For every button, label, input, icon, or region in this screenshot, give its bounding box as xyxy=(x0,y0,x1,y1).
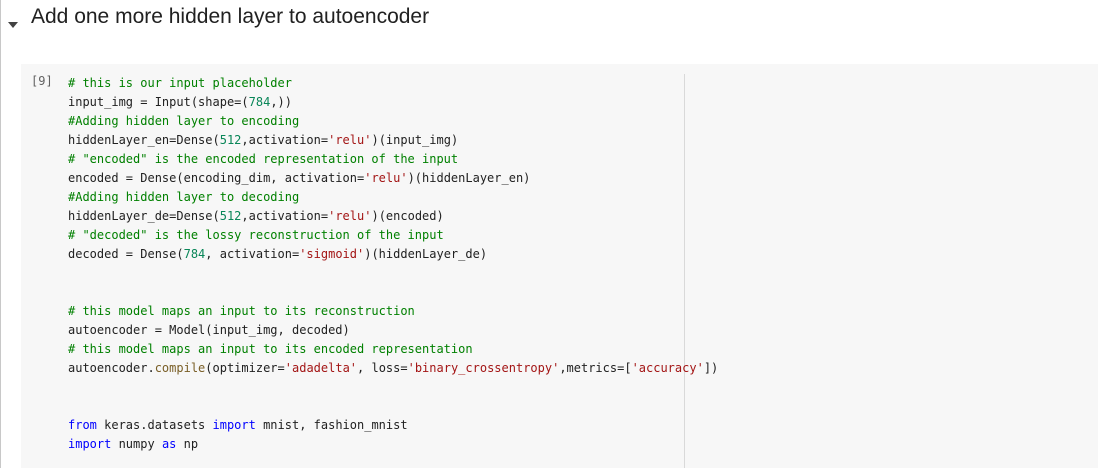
section-header: Add one more hidden layer to autoencoder xyxy=(0,0,1098,40)
code-line[interactable]: input_img = Input(shape=(784,)) xyxy=(68,93,718,112)
code-token-plain: autoencoder = Model(input_img, decoded) xyxy=(68,323,350,337)
code-token-plain: , activation= xyxy=(205,247,300,261)
code-token-string: 'sigmoid' xyxy=(299,247,365,261)
code-line[interactable]: #Adding hidden layer to decoding xyxy=(68,188,718,207)
code-line[interactable]: autoencoder.compile(optimizer='adadelta'… xyxy=(68,359,718,378)
code-token-plain: ,activation= xyxy=(241,133,329,147)
code-token-plain: ,metrics=[ xyxy=(559,361,632,375)
code-line[interactable]: hiddenLayer_de=Dense(512,activation='rel… xyxy=(68,207,718,226)
code-token-builtin: compile xyxy=(154,361,206,375)
code-token-plain: hiddenLayer_en=Dense( xyxy=(68,133,220,147)
code-token-plain: (optimizer= xyxy=(205,361,285,375)
code-token-plain: input_img = Input(shape=( xyxy=(68,95,249,109)
code-token-string: 'relu' xyxy=(328,133,372,147)
caret-down-icon[interactable] xyxy=(8,16,18,28)
section-title: Add one more hidden layer to autoencoder xyxy=(31,5,430,28)
code-token-plain: autoencoder. xyxy=(68,361,155,375)
code-line[interactable] xyxy=(68,283,718,302)
code-token-plain: )(input_img) xyxy=(371,133,459,147)
code-token-string: 'relu' xyxy=(364,171,408,185)
code-token-comment: # this model maps an input to its recons… xyxy=(68,304,415,318)
code-token-comment: # this model maps an input to its encode… xyxy=(68,342,473,356)
code-token-plain: np xyxy=(176,437,199,451)
notebook-left-border xyxy=(0,0,1,468)
code-token-number: 784 xyxy=(183,247,206,261)
code-token-string: 'binary_crossentropy' xyxy=(407,361,560,375)
code-token-plain: )(encoded) xyxy=(371,209,444,223)
code-line[interactable]: #Adding hidden layer to encoding xyxy=(68,112,718,131)
code-line[interactable]: # this model maps an input to its encode… xyxy=(68,340,718,359)
code-token-keyword: from xyxy=(68,418,97,432)
code-token-plain: ,)) xyxy=(270,95,292,109)
code-line[interactable]: # "decoded" is the lossy reconstruction … xyxy=(68,226,718,245)
code-line[interactable]: encoded = Dense(encoding_dim, activation… xyxy=(68,169,718,188)
code-line[interactable]: # this model maps an input to its recons… xyxy=(68,302,718,321)
code-token-plain: encoded = Dense(encoding_dim, activation… xyxy=(68,171,365,185)
code-token-comment: #Adding hidden layer to decoding xyxy=(68,190,300,204)
code-line[interactable]: decoded = Dense(784, activation='sigmoid… xyxy=(68,245,718,264)
code-token-plain: keras.datasets xyxy=(96,418,213,432)
code-token-plain: ]) xyxy=(703,361,719,375)
code-line[interactable]: hiddenLayer_en=Dense(512,activation='rel… xyxy=(68,131,718,150)
code-line[interactable] xyxy=(68,397,718,416)
code-token-plain: mnist, fashion_mnist xyxy=(255,418,408,432)
code-token-plain: hiddenLayer_de=Dense( xyxy=(68,209,220,223)
code-line[interactable]: import numpy as np xyxy=(68,435,718,454)
code-token-plain: numpy xyxy=(111,437,162,451)
code-token-plain: )(hiddenLayer_de) xyxy=(364,247,488,261)
code-editor[interactable]: # this is our input placeholder input_img… xyxy=(68,74,718,454)
code-token-number: 512 xyxy=(219,133,242,147)
code-token-keyword: as xyxy=(161,437,177,451)
code-token-plain: ,activation= xyxy=(241,209,329,223)
code-token-comment: # "encoded" is the encoded representatio… xyxy=(68,152,459,166)
code-line[interactable]: # "encoded" is the encoded representatio… xyxy=(68,150,718,169)
code-token-plain: decoded = Dense( xyxy=(68,247,184,261)
code-token-string: 'relu' xyxy=(328,209,372,223)
code-line[interactable] xyxy=(68,378,718,397)
code-line[interactable]: # this is our input placeholder xyxy=(68,74,718,93)
code-token-comment: # "decoded" is the lossy reconstruction … xyxy=(68,228,444,242)
execution-count[interactable]: [9] xyxy=(31,74,53,88)
code-token-number: 784 xyxy=(248,95,271,109)
code-token-keyword: import xyxy=(68,437,112,451)
code-line[interactable]: autoencoder = Model(input_img, decoded) xyxy=(68,321,718,340)
code-token-keyword: import xyxy=(212,418,256,432)
code-token-comment: #Adding hidden layer to encoding xyxy=(68,114,300,128)
code-token-plain: )(hiddenLayer_en) xyxy=(407,171,531,185)
code-token-comment: # this is our input placeholder xyxy=(68,76,292,90)
code-token-string: 'accuracy' xyxy=(631,361,704,375)
code-token-plain: , loss= xyxy=(357,361,408,375)
code-token-string: 'adadelta' xyxy=(284,361,358,375)
code-token-number: 512 xyxy=(219,209,242,223)
code-line[interactable]: from keras.datasets import mnist, fashio… xyxy=(68,416,718,435)
code-line[interactable] xyxy=(68,264,718,283)
